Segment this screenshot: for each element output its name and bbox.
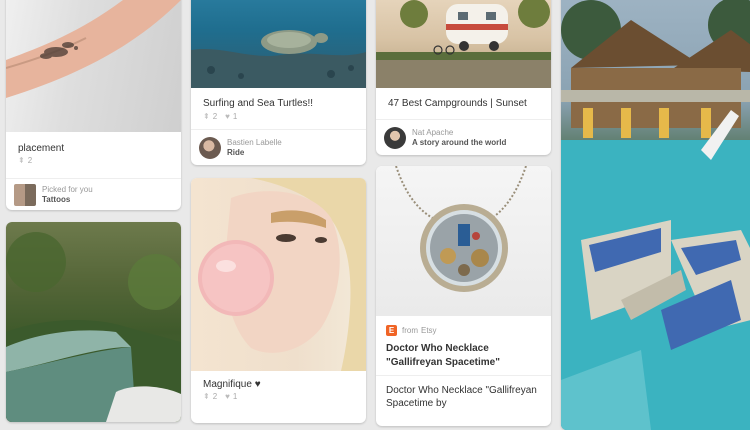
pin-attribution[interactable]: Bastien Labelle Ride	[191, 129, 366, 165]
pin-description: 47 Best Campgrounds | Sunset	[388, 98, 527, 109]
repin-count: ⇞ 2	[203, 392, 218, 401]
pin-stats: ⇞ 2	[18, 156, 32, 165]
portrait-illustration	[198, 178, 366, 371]
avatar	[384, 126, 406, 149]
source-prefix: from	[402, 326, 418, 335]
pin-icon: ⇞	[203, 392, 210, 401]
source-name: Etsy	[421, 326, 437, 335]
pin-description: placement	[18, 143, 65, 154]
jungle-pool-image[interactable]	[6, 222, 181, 422]
pin-title[interactable]: Doctor Who Necklace "Gallifreyan Spaceti…	[386, 342, 537, 370]
pin-magnifique[interactable]: Magnifique ♥ ⇞ 2 ♥ 1	[191, 178, 366, 423]
pin-attribution[interactable]: Picked for you Tattoos	[6, 178, 181, 210]
pin-necklace[interactable]: E from Etsy Doctor Who Necklace "Gallifr…	[376, 166, 551, 426]
pin-description: Magnifique ♥	[203, 379, 261, 390]
pin-description: Doctor Who Necklace "Gallifreyan Spaceti…	[386, 385, 537, 409]
pin-attribution[interactable]: Nat Apache A story around the world	[376, 119, 551, 155]
turtle-illustration	[191, 30, 366, 88]
heart-icon: ♥	[225, 112, 230, 121]
pinner-name[interactable]: Nat Apache	[412, 128, 506, 138]
avatar	[14, 183, 36, 206]
pin-description: Surfing and Sea Turtles!!	[203, 98, 314, 109]
pin-source[interactable]: E from Etsy	[386, 325, 437, 336]
campground-illustration	[376, 0, 551, 88]
board-name[interactable]: Tattoos	[42, 195, 93, 205]
pinner-name[interactable]: Bastien Labelle	[227, 138, 282, 148]
pin-campgrounds[interactable]: 47 Best Campgrounds | Sunset Nat Apache …	[376, 0, 551, 155]
etsy-icon: E	[386, 325, 397, 336]
necklace-illustration	[395, 166, 527, 292]
campground-image[interactable]	[376, 0, 551, 88]
like-count: ♥ 1	[225, 392, 238, 401]
repin-count: ⇞ 2	[203, 112, 218, 121]
pool-illustration	[6, 232, 181, 422]
pin-icon: ⇞	[203, 112, 210, 121]
resort-image[interactable]	[561, 0, 750, 430]
pin-stats: ⇞ 2 ♥ 1	[203, 112, 237, 121]
bubblegum-portrait-image[interactable]	[191, 178, 366, 371]
board-name[interactable]: Ride	[227, 148, 282, 158]
resort-illustration	[561, 0, 750, 430]
pin-infinity-pool[interactable]	[6, 222, 181, 422]
heart-icon: ♥	[225, 392, 230, 401]
pin-icon: ⇞	[18, 156, 25, 165]
tattoo-arm-image[interactable]	[6, 0, 181, 132]
pin-placement[interactable]: placement ⇞ 2 Picked for you Tattoos	[6, 0, 181, 210]
arm-illustration	[6, 0, 181, 98]
like-count: ♥ 1	[225, 112, 238, 121]
pin-stats: ⇞ 2 ♥ 1	[203, 392, 237, 401]
pin-turtles[interactable]: Surfing and Sea Turtles!! ⇞ 2 ♥ 1 Bastie…	[191, 0, 366, 165]
divider	[376, 375, 551, 376]
necklace-image[interactable]	[376, 166, 551, 316]
attribution-context: Picked for you	[42, 184, 93, 194]
avatar	[199, 136, 221, 159]
pin-resort[interactable]	[561, 0, 750, 430]
sea-turtle-image[interactable]	[191, 0, 366, 88]
repin-count: ⇞ 2	[18, 156, 33, 165]
board-name[interactable]: A story around the world	[412, 138, 506, 148]
